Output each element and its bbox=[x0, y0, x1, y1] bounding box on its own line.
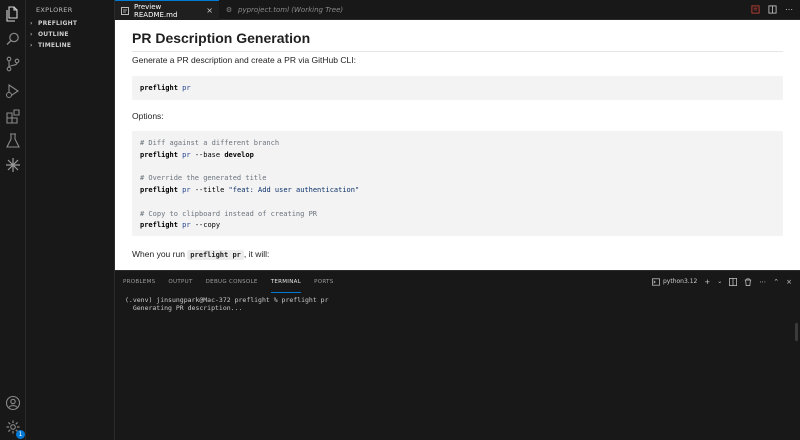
options-label: Options: bbox=[132, 111, 164, 121]
terminal-output[interactable]: (.venv) jinsungpark@Mac-372 preflight % … bbox=[125, 296, 329, 312]
code-value: develop bbox=[224, 150, 254, 159]
intro-text: Generate a PR description and create a P… bbox=[132, 55, 356, 65]
search-icon[interactable] bbox=[4, 30, 22, 48]
code-arg: pr bbox=[182, 150, 191, 159]
files-icon[interactable] bbox=[4, 5, 22, 23]
terminal-line: (.venv) jinsungpark@Mac-372 preflight % … bbox=[125, 296, 329, 304]
code-string: "feat: Add user authentication" bbox=[228, 186, 360, 194]
section-outline[interactable]: › OUTLINE bbox=[26, 29, 114, 40]
section-label: OUTLINE bbox=[38, 31, 69, 38]
source-control-icon[interactable] bbox=[4, 55, 22, 73]
tab-ports[interactable]: PORTS bbox=[314, 271, 333, 293]
section-label: PREFLIGHT bbox=[38, 20, 78, 27]
code-comment: # Diff against a different branch bbox=[140, 139, 280, 147]
extensions-icon[interactable] bbox=[4, 107, 22, 125]
manage-gear-icon[interactable]: 1 bbox=[4, 418, 25, 439]
run-prefix: When you run bbox=[132, 249, 185, 259]
panel-actions: python3.12 + ⌄ ⋯ ⌃ × bbox=[652, 276, 792, 287]
trash-icon[interactable] bbox=[744, 276, 752, 287]
code-flag: --title bbox=[194, 186, 225, 194]
markdown-preview: PR Description Generation Generate a PR … bbox=[115, 20, 800, 270]
chevron-right-icon: › bbox=[30, 20, 33, 27]
editor-tab-bar: Preview README.md × ⚙ pyproject.toml (Wo… bbox=[115, 0, 800, 20]
code-comment: # Override the generated title bbox=[140, 174, 267, 183]
code-command: preflight bbox=[140, 221, 178, 230]
code-arg: pr bbox=[182, 186, 191, 194]
preview-icon bbox=[121, 6, 129, 15]
gear-icon: ⚙ bbox=[225, 6, 233, 14]
explorer-sidebar: EXPLORER › PREFLIGHT › OUTLINE › TIMELINE bbox=[26, 0, 115, 440]
explorer-title: EXPLORER bbox=[36, 6, 73, 14]
tab-pyproject[interactable]: ⚙ pyproject.toml (Working Tree) bbox=[219, 0, 379, 20]
tab-output[interactable]: OUTPUT bbox=[168, 271, 192, 293]
code-command: preflight bbox=[140, 84, 178, 92]
code-command: preflight bbox=[140, 150, 178, 159]
account-icon[interactable] bbox=[4, 394, 22, 412]
tab-terminal[interactable]: TERMINAL bbox=[270, 271, 302, 293]
ai-sparkle-icon[interactable] bbox=[4, 156, 22, 174]
inline-code: preflight pr bbox=[187, 250, 244, 260]
page-title: PR Description Generation bbox=[132, 30, 311, 46]
close-icon[interactable]: × bbox=[786, 276, 792, 287]
tab-label: pyproject.toml (Working Tree) bbox=[238, 6, 344, 14]
split-terminal-icon[interactable] bbox=[729, 276, 738, 287]
run-description: When you run preflight pr, it will: bbox=[132, 249, 270, 260]
section-label: TIMELINE bbox=[38, 42, 72, 49]
more-actions-icon[interactable]: ⋯ bbox=[784, 4, 794, 14]
chevron-right-icon: › bbox=[30, 31, 33, 38]
code-arg: pr bbox=[182, 84, 191, 92]
heading-divider bbox=[132, 51, 783, 52]
run-suffix: , it will: bbox=[243, 249, 270, 259]
code-flag: --base bbox=[194, 150, 221, 159]
code-flag: --copy bbox=[194, 221, 221, 230]
tab-preview-readme[interactable]: Preview README.md × bbox=[115, 0, 219, 20]
section-preflight[interactable]: › PREFLIGHT bbox=[26, 18, 114, 29]
notification-badge: 1 bbox=[16, 430, 25, 439]
split-editor-icon[interactable] bbox=[767, 4, 777, 14]
chevron-down-icon[interactable]: ⌄ bbox=[717, 276, 722, 287]
panel-tabs: PROBLEMS OUTPUT DEBUG CONSOLE TERMINAL P… bbox=[123, 271, 334, 293]
code-command: preflight bbox=[140, 186, 178, 194]
maximize-panel-icon[interactable]: ⌃ bbox=[773, 276, 779, 287]
bottom-panel: PROBLEMS OUTPUT DEBUG CONSOLE TERMINAL P… bbox=[115, 270, 800, 440]
tab-problems[interactable]: PROBLEMS bbox=[123, 271, 155, 293]
terminal-name: python3.12 bbox=[662, 278, 698, 285]
open-source-icon[interactable] bbox=[750, 4, 760, 14]
tab-debug-console[interactable]: DEBUG CONSOLE bbox=[206, 271, 258, 293]
code-block-basic: preflight pr bbox=[132, 76, 783, 100]
chevron-right-icon: › bbox=[30, 42, 33, 49]
editor-actions: ⋯ bbox=[750, 4, 794, 14]
close-icon[interactable]: × bbox=[206, 6, 213, 15]
terminal-selector[interactable]: python3.12 bbox=[652, 276, 697, 287]
section-timeline[interactable]: › TIMELINE bbox=[26, 40, 114, 51]
activity-bar: 1 bbox=[0, 0, 26, 440]
more-actions-icon[interactable]: ⋯ bbox=[759, 276, 766, 287]
run-debug-icon[interactable] bbox=[4, 82, 22, 100]
code-block-options: # Diff against a different branch prefli… bbox=[132, 131, 783, 236]
terminal-scrollbar[interactable] bbox=[795, 323, 798, 341]
terminal-icon bbox=[652, 277, 660, 286]
tab-label: Preview README.md bbox=[134, 2, 178, 19]
testing-icon[interactable] bbox=[4, 132, 22, 150]
new-terminal-icon[interactable]: + bbox=[704, 276, 710, 287]
code-comment: # Copy to clipboard instead of creating … bbox=[140, 209, 318, 218]
code-arg: pr bbox=[182, 221, 191, 230]
terminal-line: Generating PR description... bbox=[125, 304, 243, 312]
